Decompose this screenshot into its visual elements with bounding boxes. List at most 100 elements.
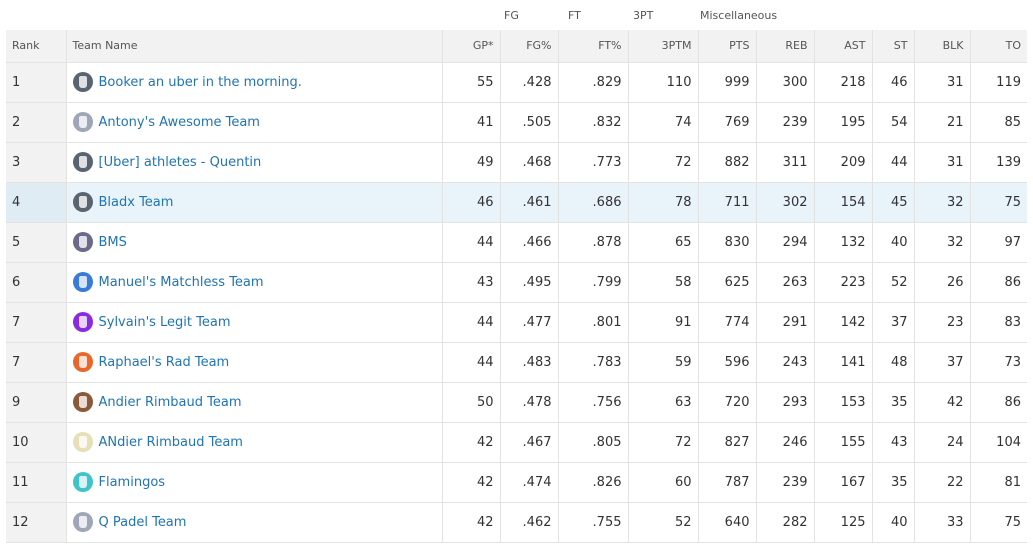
ast-cell: 154	[814, 182, 873, 223]
fg-pct-cell: .468	[500, 142, 559, 183]
table-header-row: Rank Team Name GP* FG% FT% 3PTM PTS REB …	[6, 30, 1027, 63]
team-cell: BMS	[66, 222, 443, 263]
team-name-link[interactable]: Flamingos	[99, 475, 166, 490]
jersey-dark-icon[interactable]	[72, 192, 93, 212]
jersey-gray-icon[interactable]	[72, 112, 93, 132]
table-row: 12 Q Padel Team 42.462.755 52 640 282 125 40 33 7…	[6, 502, 1027, 543]
rank-cell: 3	[6, 142, 67, 183]
st-cell: 44	[872, 142, 915, 183]
jersey-dark-icon[interactable]	[72, 72, 93, 92]
rank-cell: 2	[6, 102, 67, 143]
col-reb[interactable]: REB	[756, 30, 815, 63]
col-ft-pct[interactable]: FT%	[558, 30, 629, 63]
table-row: 3 [Uber] athletes - Quentin 49.468.773 72 88…	[6, 142, 1027, 183]
rank-cell: 1	[6, 62, 67, 103]
ast-cell: 218	[814, 62, 873, 103]
blk-cell: 42	[914, 382, 971, 423]
gp-cell: 44	[442, 222, 501, 263]
pts-cell: 711	[698, 182, 757, 223]
3ptm-cell: 60	[628, 462, 699, 503]
team-cell: Q Padel Team	[66, 502, 443, 543]
to-cell: 73	[970, 342, 1027, 383]
gp-cell: 43	[442, 262, 501, 303]
jersey-blue-icon[interactable]	[72, 272, 93, 292]
blk-cell: 21	[914, 102, 971, 143]
team-name-link[interactable]: Sylvain's Legit Team	[99, 315, 231, 330]
team-name-link[interactable]: Andier Rimbaud Team	[99, 395, 242, 410]
gp-cell: 50	[442, 382, 501, 423]
table-row: 6 Manuel's Matchless Team 43.495.799 58 625 2…	[6, 262, 1027, 303]
ft-pct-cell: .878	[558, 222, 629, 263]
pts-cell: 640	[698, 502, 757, 543]
team-name-link[interactable]: Raphael's Rad Team	[99, 355, 230, 370]
3ptm-cell: 65	[628, 222, 699, 263]
photo-avatar-icon[interactable]	[72, 232, 93, 252]
ft-pct-cell: .755	[558, 502, 629, 543]
photo-avatar-icon[interactable]	[72, 392, 93, 412]
gp-cell: 46	[442, 182, 501, 223]
ast-cell: 195	[814, 102, 873, 143]
reb-cell: 243	[756, 342, 815, 383]
col-rank[interactable]: Rank	[6, 30, 67, 63]
table-row: 4 Bladx Team 46.461.686 78 711 302 154 45 32 75	[6, 182, 1027, 223]
ft-pct-cell: .756	[558, 382, 629, 423]
jersey-orange-icon[interactable]	[72, 352, 93, 372]
col-pts[interactable]: PTS	[698, 30, 757, 63]
col-fg-pct[interactable]: FG%	[500, 30, 559, 63]
ft-pct-cell: .686	[558, 182, 629, 223]
pts-cell: 720	[698, 382, 757, 423]
team-cell: Raphael's Rad Team	[66, 342, 443, 383]
ast-cell: 125	[814, 502, 873, 543]
team-name-link[interactable]: Bladx Team	[99, 195, 174, 210]
fg-pct-cell: .478	[500, 382, 559, 423]
st-cell: 52	[872, 262, 915, 303]
fg-pct-cell: .462	[500, 502, 559, 543]
pts-cell: 882	[698, 142, 757, 183]
jersey-dark-icon[interactable]	[72, 152, 93, 172]
3ptm-cell: 110	[628, 62, 699, 103]
ast-cell: 209	[814, 142, 873, 183]
jersey-gray-icon[interactable]	[72, 512, 93, 532]
col-ast[interactable]: AST	[814, 30, 873, 63]
3ptm-cell: 72	[628, 422, 699, 463]
blk-cell: 32	[914, 222, 971, 263]
to-cell: 97	[970, 222, 1027, 263]
reb-cell: 291	[756, 302, 815, 343]
team-name-link[interactable]: Booker an uber in the morning.	[99, 75, 302, 90]
team-cell: Flamingos	[66, 462, 443, 503]
to-cell: 75	[970, 182, 1027, 223]
rank-cell: 7	[6, 342, 67, 383]
team-name-link[interactable]: ANdier Rimbaud Team	[99, 435, 243, 450]
group-label-ft: FT	[568, 9, 581, 22]
ft-pct-cell: .773	[558, 142, 629, 183]
col-blk[interactable]: BLK	[914, 30, 971, 63]
reb-cell: 239	[756, 102, 815, 143]
col-3ptm[interactable]: 3PTM	[628, 30, 699, 63]
team-cell: Booker an uber in the morning.	[66, 62, 443, 103]
reb-cell: 311	[756, 142, 815, 183]
team-name-link[interactable]: Q Padel Team	[99, 515, 187, 530]
col-team-name[interactable]: Team Name	[66, 30, 443, 63]
jersey-purple-icon[interactable]	[72, 312, 93, 332]
jersey-pink-icon[interactable]	[72, 472, 93, 492]
jersey-yellow-icon[interactable]	[72, 432, 93, 452]
team-name-link[interactable]: Antony's Awesome Team	[99, 115, 260, 130]
reb-cell: 246	[756, 422, 815, 463]
team-name-link[interactable]: BMS	[99, 235, 127, 250]
table-row: 1 Booker an uber in the morning. 55.428.82…	[6, 62, 1027, 103]
col-st[interactable]: ST	[872, 30, 915, 63]
gp-cell: 44	[442, 302, 501, 343]
blk-cell: 24	[914, 422, 971, 463]
team-name-link[interactable]: Manuel's Matchless Team	[99, 275, 264, 290]
col-to[interactable]: TO	[970, 30, 1027, 63]
st-cell: 35	[872, 382, 915, 423]
table-row: 2 Antony's Awesome Team 41.505.832 74 769 239…	[6, 102, 1027, 143]
team-name-link[interactable]: [Uber] athletes - Quentin	[99, 155, 262, 170]
blk-cell: 22	[914, 462, 971, 503]
3ptm-cell: 91	[628, 302, 699, 343]
ast-cell: 153	[814, 382, 873, 423]
to-cell: 104	[970, 422, 1027, 463]
ast-cell: 167	[814, 462, 873, 503]
col-gp[interactable]: GP*	[442, 30, 501, 63]
pts-cell: 827	[698, 422, 757, 463]
